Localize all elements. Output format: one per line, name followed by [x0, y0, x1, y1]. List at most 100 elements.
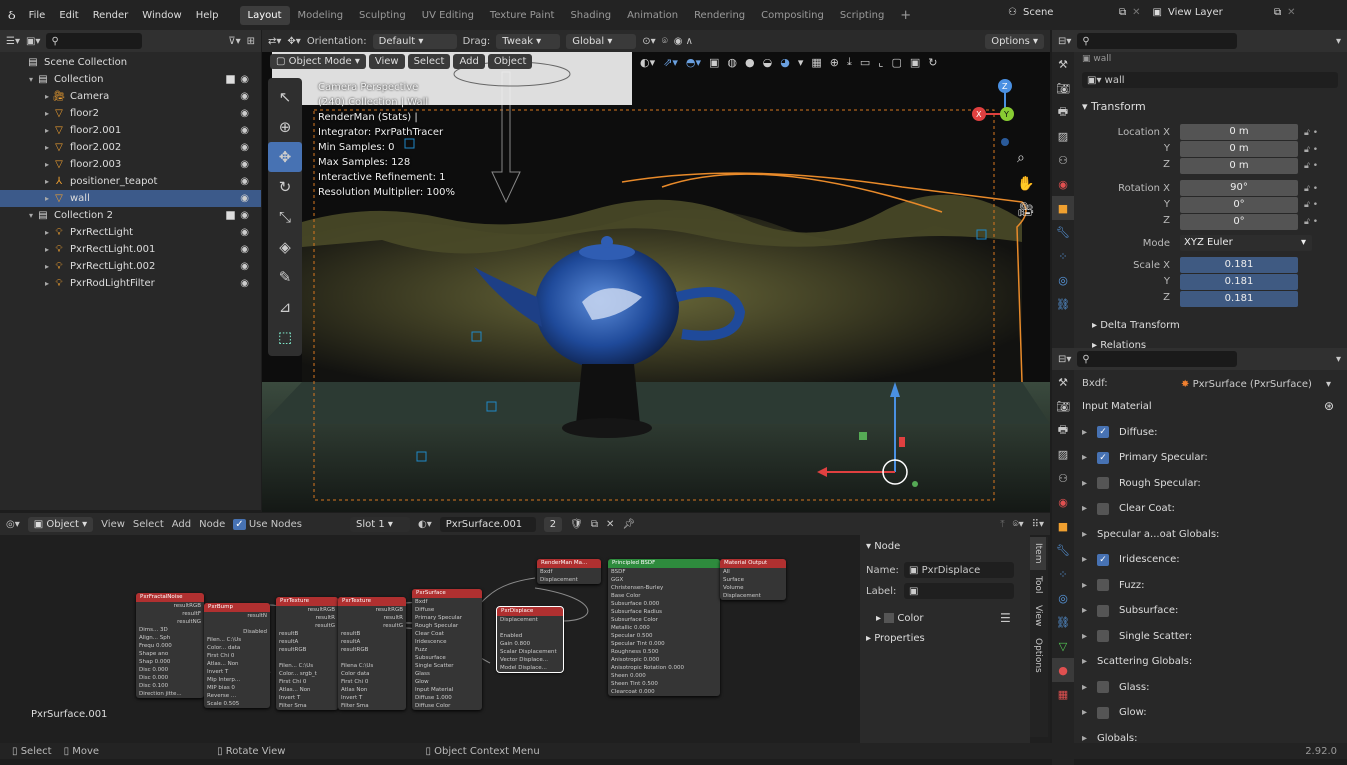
rendered-shading-icon[interactable]: ◕ [780, 56, 790, 69]
enable-checkbox[interactable]: ✓ [1097, 426, 1110, 438]
expand-icon[interactable]: ▸ [1082, 656, 1087, 667]
node-socket-row[interactable]: Filena C:\Us [338, 662, 406, 670]
transform-space-select[interactable]: Global ▾ [566, 33, 637, 49]
eye-icon[interactable]: ◉ [240, 261, 249, 272]
node-socket-row[interactable]: BSDF [608, 568, 720, 576]
close-layer-icon[interactable]: ✕ [1287, 7, 1295, 18]
eye-icon[interactable]: ◉ [240, 227, 249, 238]
tab-shading[interactable]: Shading [562, 6, 619, 25]
list-icon[interactable]: ☰ [1000, 611, 1011, 625]
node-socket-row[interactable]: Bxdf [412, 598, 482, 606]
expand-icon[interactable]: ▸ [42, 279, 52, 288]
node-socket-row[interactable]: resultR [338, 614, 406, 622]
viewport-render-icon[interactable]: ⊕ [830, 56, 839, 69]
tab-uv-editing[interactable]: UV Editing [414, 6, 482, 25]
material-input-row[interactable]: ▸ ✓ Iridescence: [1082, 550, 1180, 570]
material-input-row[interactable]: ▸ Scattering Globals: [1082, 652, 1192, 672]
enable-checkbox[interactable] [1097, 706, 1110, 719]
object-name-field[interactable]: ▣▾ wall [1082, 72, 1338, 88]
material-input-row[interactable]: ▸ Specular a...oat Globals: [1082, 524, 1219, 544]
modifier-tab-icon[interactable]: 🔧︎ [1052, 538, 1074, 562]
pan-hand-icon[interactable]: ✋ [1017, 176, 1035, 192]
lock-icon[interactable]: 🔓︎ • [1304, 215, 1318, 231]
node-socket-row[interactable]: MIP bias 0 [204, 684, 270, 692]
node-socket-row[interactable]: Color... data [204, 644, 270, 652]
lock-icon[interactable]: 🔓︎ • [1304, 198, 1318, 214]
enable-checkbox[interactable] [1097, 681, 1110, 693]
node-socket-row[interactable]: First Chi 0 [276, 678, 338, 686]
snap-icon[interactable]: ⌾ [662, 36, 668, 47]
node-socket-row[interactable] [204, 620, 270, 628]
lock-icon[interactable]: 🔓︎ • [1304, 143, 1318, 159]
node-socket-row[interactable]: resultRGB [276, 606, 338, 614]
shader-node[interactable]: PxrFractalNoise resultRGB resultF resultNG D… [136, 593, 204, 698]
scale-z-field[interactable]: 0.181 [1180, 291, 1298, 307]
eye-icon[interactable]: ◉ [240, 210, 249, 221]
shader-node[interactable]: PxrTexture resultRGB resultR resultG resultB… [338, 597, 406, 710]
expand-icon[interactable]: ▸ [1082, 707, 1087, 718]
node-socket-row[interactable] [497, 624, 563, 632]
expand-icon[interactable]: ▾ [1336, 354, 1341, 365]
new-collection-icon[interactable]: ⊞ [247, 36, 255, 47]
material-input-row[interactable]: ▸ Glow: [1082, 703, 1147, 723]
node-socket-row[interactable]: Atlas... Non [204, 660, 270, 668]
node-socket-row[interactable]: Roughness 0.500 [608, 648, 720, 656]
exclude-checkbox[interactable] [226, 75, 235, 84]
material-input-row[interactable]: ▸ ✓ Primary Specular: [1082, 448, 1208, 468]
node-socket-row[interactable]: resultB [338, 630, 406, 638]
node-socket-row[interactable]: Disabled [204, 628, 270, 636]
node-socket-row[interactable]: Clear Coat [412, 630, 482, 638]
enable-checkbox[interactable] [1097, 502, 1110, 515]
delta-transform-header[interactable]: ▸ Delta Transform [1092, 320, 1180, 331]
shader-node[interactable]: Material Output All Surface Volume Displacem… [720, 559, 786, 600]
solid-shading-icon[interactable]: ● [745, 56, 755, 69]
material-input-row[interactable]: ▸ Fuzz: [1082, 575, 1144, 595]
copy-scene-icon[interactable]: ⧉ [1119, 7, 1126, 18]
material-tab-icon[interactable]: ● [1052, 658, 1074, 682]
node-socket-row[interactable]: Filen... C:\Us [276, 662, 338, 670]
rotation-y-field[interactable]: 0° [1180, 197, 1298, 213]
location-y-field[interactable]: 0 m [1180, 141, 1298, 157]
node-socket-row[interactable]: Filter Sma [338, 702, 406, 710]
proportional-edit-icon[interactable]: ◉ ∧ [674, 36, 693, 47]
pivot-point-icon[interactable]: ⊙▾ [642, 36, 655, 47]
node-socket-row[interactable]: All [720, 568, 786, 576]
expand-icon[interactable]: ▸ [1082, 478, 1087, 489]
menu-window[interactable]: Window [135, 10, 188, 21]
view-layer-name[interactable]: View Layer [1168, 7, 1268, 18]
node-socket-row[interactable]: Frequ 0.000 [136, 642, 204, 650]
tool-tab-icon[interactable]: ⚒ [1052, 370, 1074, 394]
node-section-header[interactable]: ▾ Node [866, 541, 900, 552]
eye-icon[interactable]: ◉ [240, 193, 249, 204]
node-socket-row[interactable]: Base Color [608, 592, 720, 600]
scene-tab-icon[interactable]: ⚇ [1052, 466, 1074, 490]
expand-icon[interactable]: ▸ [1082, 580, 1087, 591]
gizmo-toggle-icon[interactable]: ⇗▾ [663, 56, 678, 69]
eye-icon[interactable]: ◉ [240, 125, 249, 136]
render-tab-icon[interactable]: 📷︎ [1052, 76, 1074, 100]
snap-toggle-icon[interactable]: ⌾▾ [1013, 519, 1024, 530]
node-socket-row[interactable]: Disc 0.100 [136, 682, 204, 690]
tab-compositing[interactable]: Compositing [753, 6, 832, 25]
blender-logo-icon[interactable]: ઠ [8, 8, 16, 23]
tab-animation[interactable]: Animation [619, 6, 686, 25]
rotation-x-field[interactable]: 90° [1180, 180, 1298, 196]
tab-scripting[interactable]: Scripting [832, 6, 892, 25]
expand-icon[interactable]: ▸ [42, 245, 52, 254]
expand-icon[interactable]: ▸ [1082, 631, 1087, 642]
location-z-field[interactable]: 0 m [1180, 158, 1298, 174]
crop-icon[interactable]: ⌞ [878, 56, 883, 69]
zoom-icon[interactable]: ⌕ [1017, 150, 1035, 166]
editor-type-icon[interactable]: ☰▾ [6, 36, 20, 47]
tab-tool[interactable]: Tool [1030, 570, 1046, 599]
tab-view[interactable]: View [1030, 599, 1046, 632]
node-socket-row[interactable]: Direction jitte... [136, 690, 204, 698]
node-socket-row[interactable]: resultN [204, 612, 270, 620]
node-socket-row[interactable]: resultNG [136, 618, 204, 626]
node-socket-row[interactable] [338, 654, 406, 662]
node-socket-row[interactable]: resultA [276, 638, 338, 646]
menu-file[interactable]: File [22, 10, 53, 21]
expand-icon[interactable]: ▸ [42, 160, 52, 169]
node-socket-row[interactable]: Clearcoat 0.000 [608, 688, 720, 696]
node-properties-header[interactable]: ▸ Properties [866, 633, 925, 644]
